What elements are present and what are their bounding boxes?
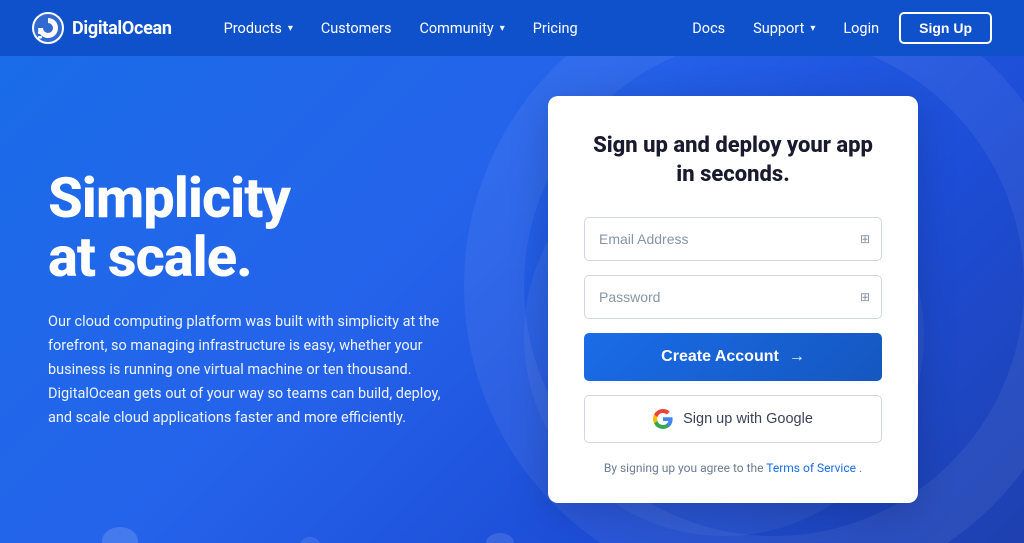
- card-title: Sign up and deploy your app in seconds.: [584, 132, 882, 189]
- password-input[interactable]: [584, 275, 882, 319]
- google-signup-button[interactable]: Sign up with Google: [584, 395, 882, 443]
- password-icon: ⊞: [860, 290, 870, 304]
- password-input-wrapper: ⊞: [584, 275, 882, 319]
- arrow-icon: →: [789, 348, 805, 366]
- brand-name: DigitalOcean: [72, 18, 172, 39]
- terms-text: By signing up you agree to the Terms of …: [584, 461, 882, 475]
- terms-suffix: .: [859, 461, 862, 475]
- navigation: DigitalOcean Products Customers Communit…: [0, 0, 1024, 56]
- create-account-label: Create Account: [661, 348, 779, 366]
- logo-icon: [32, 12, 64, 44]
- nav-pricing[interactable]: Pricing: [521, 12, 590, 45]
- nav-login[interactable]: Login: [831, 12, 891, 45]
- hero-title-line1: Simplicity: [48, 165, 290, 231]
- email-input[interactable]: [584, 217, 882, 261]
- logo[interactable]: DigitalOcean: [32, 12, 172, 44]
- email-icon: ⊞: [860, 232, 870, 246]
- nav-signup-button[interactable]: Sign Up: [899, 12, 992, 44]
- hero-title-line2: at scale.: [48, 224, 252, 290]
- nav-links-left: Products Customers Community Pricing: [212, 12, 681, 45]
- nav-customers[interactable]: Customers: [309, 12, 404, 45]
- terms-prefix: By signing up you agree to the: [604, 461, 766, 475]
- terms-of-service-link[interactable]: Terms of Service: [766, 461, 856, 475]
- email-input-wrapper: ⊞: [584, 217, 882, 261]
- nav-links-right: Docs Support Login Sign Up: [680, 12, 992, 45]
- google-icon: [653, 409, 673, 429]
- google-btn-label: Sign up with Google: [683, 411, 813, 427]
- nav-products[interactable]: Products: [212, 12, 305, 45]
- nav-community[interactable]: Community: [407, 12, 516, 45]
- hero-section: Simplicity at scale. Our cloud computing…: [0, 56, 1024, 543]
- create-account-button[interactable]: Create Account →: [584, 333, 882, 381]
- nav-docs[interactable]: Docs: [680, 12, 737, 45]
- nav-support[interactable]: Support: [741, 12, 827, 45]
- email-field-group: ⊞: [584, 217, 882, 261]
- hero-title: Simplicity at scale.: [48, 169, 508, 287]
- hero-left: Simplicity at scale. Our cloud computing…: [48, 169, 548, 430]
- signup-card: Sign up and deploy your app in seconds. …: [548, 96, 918, 503]
- hero-description: Our cloud computing platform was built w…: [48, 310, 468, 430]
- password-field-group: ⊞: [584, 275, 882, 319]
